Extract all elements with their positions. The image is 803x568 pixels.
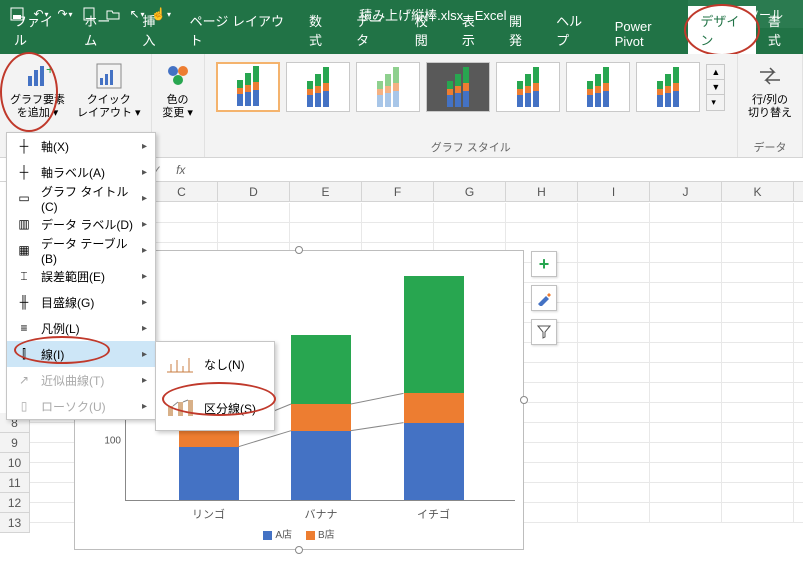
menu-trendline: ↗近似曲線(T)▸: [7, 367, 155, 393]
style-thumb-5[interactable]: [496, 62, 560, 112]
ytick: 100: [104, 436, 121, 447]
menu-lines[interactable]: ⫿線(I)▸ なし(N) 区分線(S): [7, 341, 155, 367]
chart-styles-button[interactable]: [531, 285, 557, 311]
col-header[interactable]: F: [362, 182, 434, 201]
row-header[interactable]: 13: [0, 513, 30, 533]
col-header[interactable]: C: [146, 182, 218, 201]
gallery-scroll-up[interactable]: ▲: [707, 65, 724, 80]
menu-updown-bars: ▯ローソク(U)▸: [7, 393, 155, 419]
tab-data[interactable]: データ: [344, 6, 403, 54]
style-thumb-7[interactable]: [636, 62, 700, 112]
style-thumb-1[interactable]: [216, 62, 280, 112]
chart-filter-button[interactable]: [531, 319, 557, 345]
fx-label[interactable]: fx: [168, 163, 193, 177]
menu-axes[interactable]: ┼軸(X)▸: [7, 133, 155, 159]
data-group-label: データ: [754, 139, 787, 155]
col-header[interactable]: D: [218, 182, 290, 201]
tab-view[interactable]: 表示: [450, 6, 497, 54]
gallery-scroll-down[interactable]: ▼: [707, 80, 724, 95]
tab-help[interactable]: ヘルプ: [544, 6, 603, 54]
gallery-more[interactable]: ▾: [707, 95, 724, 110]
lines-submenu: なし(N) 区分線(S): [155, 341, 275, 431]
menu-legend[interactable]: ≡凡例(L)▸: [7, 315, 155, 341]
col-header[interactable]: E: [290, 182, 362, 201]
tab-review[interactable]: 校閲: [403, 6, 450, 54]
style-thumb-3[interactable]: [356, 62, 420, 112]
menu-axis-titles[interactable]: ┼軸ラベル(A)▸: [7, 159, 155, 185]
row-header[interactable]: 11: [0, 473, 30, 493]
tab-file[interactable]: ファイル: [2, 6, 72, 54]
change-colors-button[interactable]: 色の 変更 ▾: [158, 58, 198, 122]
col-header[interactable]: G: [434, 182, 506, 201]
switch-row-col-button[interactable]: 行/列の 切り替え: [744, 58, 796, 122]
ribbon-tabs: ファイル ホーム 挿入 ページ レイアウト 数式 データ 校閲 表示 開発 ヘル…: [0, 28, 803, 54]
col-header[interactable]: I: [578, 182, 650, 201]
chart-elements-button[interactable]: +: [531, 251, 557, 277]
menu-chart-title[interactable]: ▭グラフ タイトル(C)▸: [7, 185, 155, 211]
tab-powerpivot[interactable]: Power Pivot: [603, 14, 689, 54]
category-label: リンゴ: [179, 500, 239, 522]
row-header[interactable]: 9: [0, 433, 30, 453]
add-chart-element-button[interactable]: + グラフ要素 を追加 ▾: [6, 58, 69, 122]
resize-handle[interactable]: [295, 546, 303, 554]
tab-formulas[interactable]: 数式: [297, 6, 344, 54]
quick-layout-button[interactable]: クイック レイアウト ▾: [73, 58, 145, 122]
legend-b: B店: [318, 530, 335, 541]
submenu-none[interactable]: なし(N): [156, 342, 274, 386]
col-header[interactable]: H: [506, 182, 578, 201]
menu-gridlines[interactable]: ╫目盛線(G)▸: [7, 289, 155, 315]
tab-format[interactable]: 書式: [756, 6, 803, 54]
legend-a: A店: [275, 530, 292, 541]
chart-styles-label: グラフ スタイル: [431, 139, 511, 155]
row-header[interactable]: 10: [0, 453, 30, 473]
style-thumb-2[interactable]: [286, 62, 350, 112]
tab-home[interactable]: ホーム: [72, 6, 130, 54]
tab-design[interactable]: デザイン: [688, 6, 756, 54]
chart-legend[interactable]: A店 B店: [75, 526, 523, 541]
chart-styles-gallery[interactable]: ▲ ▼ ▾: [212, 58, 729, 116]
quick-layout-icon: [93, 60, 125, 92]
tab-developer[interactable]: 開発: [497, 6, 544, 54]
palette-icon: [162, 60, 194, 92]
category-label: バナナ: [291, 500, 351, 522]
row-header[interactable]: 12: [0, 493, 30, 513]
switch-icon: [754, 60, 786, 92]
tab-pagelayout[interactable]: ページ レイアウト: [178, 6, 297, 54]
submenu-series-lines[interactable]: 区分線(S): [156, 386, 274, 430]
add-element-menu: ┼軸(X)▸ ┼軸ラベル(A)▸ ▭グラフ タイトル(C)▸ ▥データ ラベル(…: [6, 132, 156, 420]
category-label: イチゴ: [404, 500, 464, 522]
menu-data-table[interactable]: ▦データ テーブル(B)▸: [7, 237, 155, 263]
resize-handle[interactable]: [520, 396, 528, 404]
style-thumb-6[interactable]: [566, 62, 630, 112]
svg-text:+: +: [46, 62, 52, 77]
menu-data-labels[interactable]: ▥データ ラベル(D)▸: [7, 211, 155, 237]
resize-handle[interactable]: [295, 246, 303, 254]
col-header[interactable]: J: [650, 182, 722, 201]
style-thumb-4[interactable]: [426, 62, 490, 112]
tab-insert[interactable]: 挿入: [131, 6, 178, 54]
col-header[interactable]: K: [722, 182, 794, 201]
menu-error-bars[interactable]: ⌶誤差範囲(E)▸: [7, 263, 155, 289]
add-element-icon: +: [22, 60, 54, 92]
